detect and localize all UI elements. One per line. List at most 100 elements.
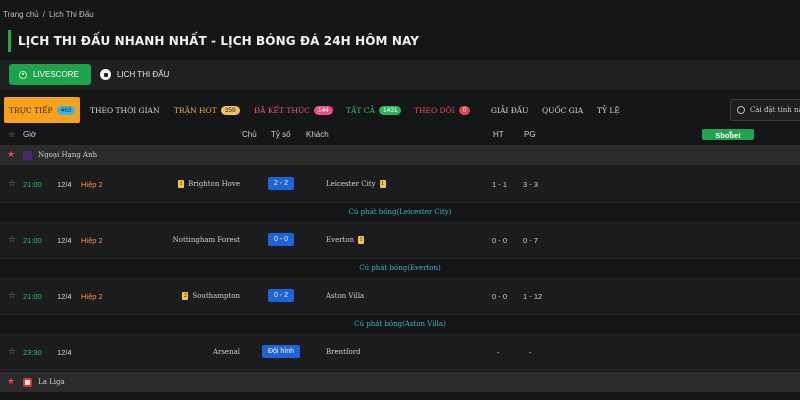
schedule-button[interactable]: LỊCH THI ĐẤU — [100, 64, 169, 85]
league-name: Ngoại Hạng Anh — [38, 151, 98, 159]
home-team[interactable]: Nottingham Forest — [173, 236, 240, 244]
star-icon[interactable]: ☆ — [8, 178, 16, 189]
header-ht: HT — [493, 130, 504, 139]
away-team-name: Brentford — [326, 348, 361, 356]
match-status: Hiệp 2 — [81, 236, 103, 245]
match-row[interactable]: ☆ 21:00 12/4 Hiệp 2 Nottingham Forest 0 … — [0, 221, 800, 259]
tab-live-label: TRỰC TIẾP — [9, 105, 53, 115]
home-team-name: Nottingham Forest — [172, 236, 240, 244]
livescore-label: LIVESCORE — [33, 70, 79, 79]
tab-following[interactable]: THEO DÕI 0 — [414, 97, 471, 123]
score-badge[interactable]: 0 - 0 — [268, 233, 294, 246]
feature-settings-label: Cài đặt tính năng — [750, 106, 800, 114]
away-team-name: Leicester City — [326, 180, 376, 188]
tab-by-time[interactable]: THEO THỜI GIAN — [90, 97, 160, 123]
halftime-score: 1 - 1 — [492, 180, 508, 189]
corners-count: 0 - 7 — [523, 236, 539, 245]
halftime-score: 0 - 0 — [492, 292, 508, 301]
away-team[interactable]: Leicester City 1 — [326, 180, 386, 188]
match-status: Hiệp 2 — [81, 292, 103, 301]
tab-live[interactable]: TRỰC TIẾP 463 — [4, 97, 81, 123]
tab-all-count: 1431 — [378, 105, 402, 115]
tab-tournaments-label: GIẢI ĐẤU — [491, 105, 529, 115]
halftime-score: 0 - 0 — [492, 236, 508, 245]
score-badge[interactable]: 0 - 2 — [268, 289, 294, 302]
chevron-down-icon: ▼ — [727, 131, 734, 137]
match-time: 23:30 — [23, 348, 42, 357]
home-team[interactable]: Arsenal — [213, 348, 240, 356]
match-time: 21:00 — [23, 236, 42, 245]
yellow-card-icon: 1 — [178, 180, 185, 188]
schedule-label: LỊCH THI ĐẤU — [117, 70, 170, 79]
column-headers: ☆ Giờ Chủ Tỷ số Khách HT PG Sbobet ▼ — [0, 128, 800, 142]
gear-icon — [737, 106, 745, 114]
tab-countries[interactable]: QUỐC GIA — [542, 97, 583, 123]
match-date: 12/4 — [57, 236, 72, 245]
home-team-name: Brighton Hove — [188, 180, 240, 188]
tab-all-label: TẤT CẢ — [346, 105, 375, 115]
match-date: 12/4 — [57, 180, 72, 189]
league-name: La Liga — [38, 378, 65, 386]
match-time: 21:00 — [23, 180, 42, 189]
breadcrumb-home[interactable]: Trang chủ — [3, 10, 39, 19]
league-header[interactable]: ★ Ngoại Hạng Anh — [0, 145, 800, 165]
league-header[interactable]: ★ La Liga — [0, 372, 800, 392]
tab-finished-count: 144 — [313, 105, 333, 115]
away-team[interactable]: Everton 1 — [326, 236, 365, 244]
match-row[interactable]: ☆ 21:00 12/4 Hiệp 2 2 Southampton 0 - 2 A… — [0, 277, 800, 315]
star-icon[interactable]: ☆ — [8, 290, 16, 301]
tab-hot[interactable]: TRẬN HOT 359 — [174, 97, 240, 123]
corners-count: - — [529, 348, 532, 357]
header-pg: PG — [524, 130, 536, 139]
yellow-card-icon: 1 — [358, 236, 365, 244]
away-team-name: Everton — [326, 236, 355, 244]
away-team[interactable]: Aston Villa — [326, 292, 364, 300]
header-score: Tỷ số — [271, 130, 291, 139]
breadcrumb-current: Lịch Thi Đấu — [48, 10, 94, 19]
feature-settings-button[interactable]: Cài đặt tính năng — [730, 99, 800, 121]
tab-finished-label: ĐÃ KẾT THÚC — [254, 105, 310, 115]
home-team-name: Arsenal — [212, 348, 240, 356]
tab-all[interactable]: TẤT CẢ 1431 — [346, 97, 402, 123]
tab-odds[interactable]: TỶ LỆ — [597, 97, 620, 123]
home-team[interactable]: 1 Brighton Hove — [178, 180, 240, 188]
la-liga-logo-icon — [23, 377, 33, 387]
score-badge[interactable]: 2 - 2 — [268, 177, 294, 190]
away-team[interactable]: Brentford — [326, 348, 361, 356]
corners-count: 1 - 12 — [523, 292, 543, 301]
match-status: Hiệp 2 — [81, 180, 103, 189]
star-icon[interactable]: ☆ — [8, 234, 16, 245]
page-title: LỊCH THI ĐẤU NHANH NHẤT - LỊCH BÓNG ĐÁ 2… — [8, 30, 419, 52]
livescore-button[interactable]: LIVESCORE — [9, 64, 91, 85]
yellow-card-icon: 2 — [182, 292, 189, 300]
star-icon[interactable]: ★ — [7, 150, 15, 160]
halftime-score: - — [497, 348, 500, 357]
breadcrumb-separator: / — [42, 10, 45, 19]
corner-event: Cú phát bóng(Everton) — [0, 260, 800, 276]
header-time: Giờ — [23, 130, 37, 139]
breadcrumb: Trang chủ / Lịch Thi Đấu — [3, 10, 98, 19]
tab-following-label: THEO DÕI — [414, 105, 455, 115]
live-icon — [19, 70, 27, 79]
yellow-card-icon: 1 — [379, 180, 386, 188]
tab-live-count: 463 — [56, 105, 76, 115]
corners-count: 3 - 3 — [523, 180, 539, 189]
bookmaker-select[interactable]: Sbobet ▼ — [702, 129, 754, 140]
match-row[interactable]: ☆ 21:00 12/4 Hiệp 2 1 Brighton Hove 2 - 2… — [0, 165, 800, 203]
tab-countries-label: QUỐC GIA — [542, 105, 584, 115]
match-date: 12/4 — [57, 292, 72, 301]
corner-event: Cú phát bóng(Aston Villa) — [0, 316, 800, 332]
header-away: Khách — [306, 130, 329, 139]
home-team[interactable]: 2 Southampton — [182, 292, 240, 300]
tab-tournaments[interactable]: GIẢI ĐẤU — [491, 97, 529, 123]
match-row[interactable]: ☆ 23:30 12/4 Arsenal Đội hình Brentford … — [0, 333, 800, 371]
tab-finished[interactable]: ĐÃ KẾT THÚC 144 — [254, 97, 333, 123]
star-icon[interactable]: ☆ — [8, 346, 16, 357]
header-star-icon: ☆ — [8, 130, 16, 139]
tab-hot-label: TRẬN HOT — [174, 105, 217, 115]
corner-event: Cú phát bóng(Leicester City) — [0, 204, 800, 220]
lineup-button[interactable]: Đội hình — [262, 345, 300, 358]
home-team-name: Southampton — [192, 292, 240, 300]
tab-odds-label: TỶ LỆ — [597, 105, 620, 115]
star-icon[interactable]: ★ — [7, 377, 15, 387]
